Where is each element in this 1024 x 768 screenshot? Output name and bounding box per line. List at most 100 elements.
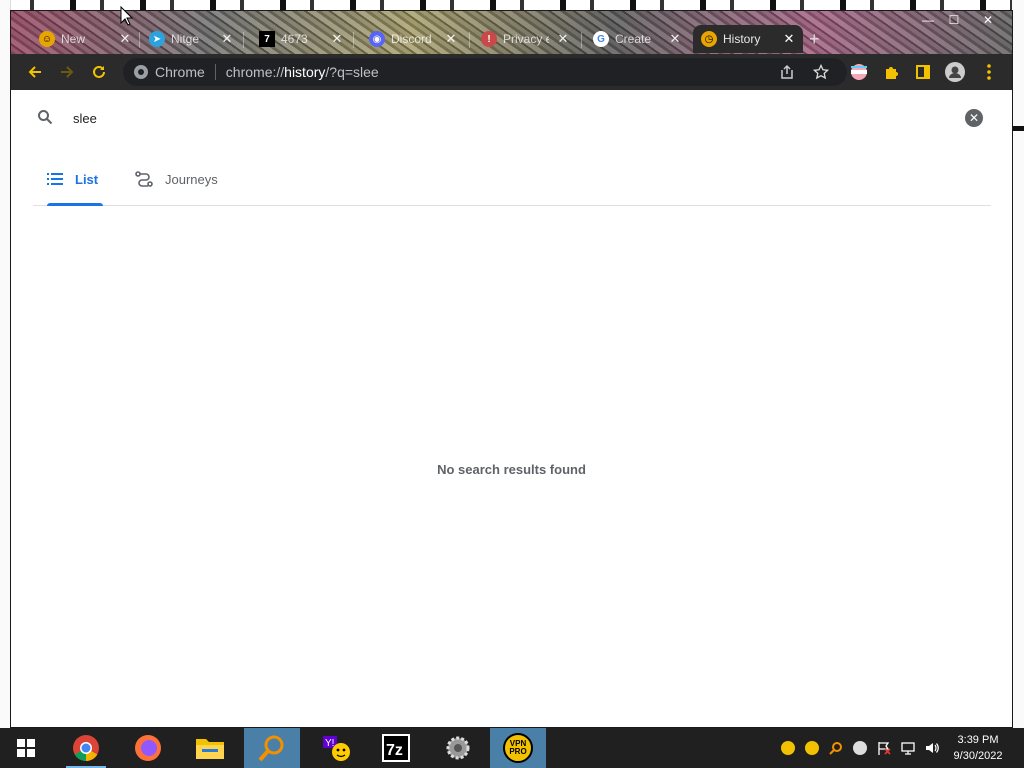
chrome-window: ☺ New ✕ ➤ Nitge ✕ 7 4673 ✕ ◉ Discord ✕ !…	[10, 10, 1013, 728]
taskbar-chrome[interactable]	[58, 728, 114, 768]
tab-list[interactable]: List	[47, 154, 98, 204]
profile-avatar-icon[interactable]	[943, 60, 967, 84]
extensions-puzzle-icon[interactable]	[879, 60, 903, 84]
tab-journeys[interactable]: Journeys	[135, 154, 218, 204]
taskbar: Y! 7z VPN PRO 3:39 PM 9/30/2022	[0, 728, 1024, 768]
telegram-icon: ➤	[149, 31, 165, 47]
close-tab-icon[interactable]: ✕	[667, 31, 683, 47]
chrome-site-icon	[134, 65, 148, 79]
forward-arrow-icon	[61, 66, 74, 78]
url-path: /?q=slee	[325, 64, 379, 80]
tab-4673[interactable]: 7 4673 ✕	[251, 25, 351, 53]
tray-messenger-icon[interactable]	[852, 740, 868, 756]
tab-strip: ☺ New ✕ ➤ Nitge ✕ 7 4673 ✕ ◉ Discord ✕ !…	[11, 11, 1012, 54]
back-button[interactable]	[23, 60, 47, 84]
toolbar: Chrome chrome://history/?q=slee	[11, 54, 1012, 90]
close-tab-icon[interactable]: ✕	[219, 31, 235, 47]
yahoo-messenger-icon: Y!	[323, 736, 350, 761]
tray-volume-icon[interactable]	[924, 740, 940, 756]
close-tab-icon[interactable]: ✕	[117, 31, 133, 47]
close-tab-icon[interactable]: ✕	[329, 31, 345, 47]
profile-flag-extension-icon[interactable]	[847, 60, 871, 84]
back-arrow-icon	[28, 66, 41, 78]
new-tab-button[interactable]: +	[809, 29, 820, 50]
omnibox-divider	[214, 64, 216, 80]
windows-start-button[interactable]	[0, 728, 52, 768]
tab-privacy-error[interactable]: ! Privacy error ✕	[473, 25, 577, 53]
svg-text:Y!: Y!	[325, 738, 334, 749]
taskbar-file-explorer[interactable]	[182, 728, 238, 768]
reload-button[interactable]	[87, 60, 111, 84]
history-search-input[interactable]	[71, 110, 875, 127]
desktop-edge-right	[1012, 0, 1024, 728]
forward-button[interactable]	[55, 60, 79, 84]
svg-text:7z: 7z	[386, 742, 403, 759]
history-search-bar: ✕	[11, 90, 1012, 146]
tab-title: New	[61, 32, 86, 46]
mouse-cursor-icon	[120, 6, 134, 26]
tab-title: Privacy error	[503, 32, 549, 46]
tray-network-icon[interactable]	[900, 740, 916, 756]
vpn-pro-icon: VPN PRO	[503, 733, 533, 763]
reload-icon	[93, 65, 105, 78]
tray-flag-icon[interactable]	[876, 740, 892, 756]
tray-vpn-icon[interactable]	[780, 740, 796, 756]
tab-create[interactable]: G Create ✕	[585, 25, 689, 53]
7zip-icon: 7z	[382, 734, 410, 762]
taskbar-search-app[interactable]	[244, 728, 300, 768]
site-label: Chrome	[155, 64, 205, 80]
tab-title: Discord	[391, 32, 432, 46]
taskbar-settings[interactable]	[430, 728, 486, 768]
active-tab-indicator	[47, 203, 103, 206]
taskbar-vpn-pro[interactable]: VPN PRO	[490, 728, 546, 768]
menu-kebab-icon[interactable]	[977, 60, 1001, 84]
tab-separator	[581, 32, 582, 48]
tab-title: Nitge	[171, 32, 200, 46]
tab-separator	[353, 32, 354, 48]
tab-journeys-label: Journeys	[165, 171, 218, 187]
close-window-button[interactable]: ✕	[976, 11, 1000, 31]
close-tab-icon[interactable]: ✕	[555, 31, 571, 47]
history-tabs: List Journeys	[33, 154, 991, 206]
url-host: history	[284, 64, 326, 80]
taskbar-clock[interactable]: 3:39 PM 9/30/2022	[950, 732, 1006, 764]
clock-time: 3:39 PM	[957, 734, 999, 746]
tab-list-label: List	[75, 171, 99, 187]
google-icon: G	[593, 31, 609, 47]
chrome-icon	[73, 735, 99, 762]
tab-history[interactable]: ◷ History ✕	[693, 25, 803, 53]
close-tab-icon[interactable]: ✕	[781, 31, 797, 47]
taskbar-yahoo-messenger[interactable]: Y!	[308, 728, 364, 768]
list-icon	[47, 173, 63, 185]
tab-title: History	[723, 32, 761, 46]
firefox-icon	[135, 735, 161, 761]
windows-logo-icon	[17, 739, 35, 757]
maximize-button[interactable]: ☐	[942, 11, 966, 31]
tray-search-icon[interactable]	[828, 740, 844, 756]
journeys-icon	[135, 171, 153, 187]
minimize-button[interactable]: —	[916, 11, 940, 31]
taskbar-7zip[interactable]: 7z	[368, 728, 424, 768]
empty-results-message: No search results found	[437, 462, 586, 477]
tab-nitge[interactable]: ➤ Nitge ✕	[141, 25, 241, 53]
tab-title: 4673	[281, 32, 308, 46]
history-icon: ◷	[701, 31, 717, 47]
tab-discord[interactable]: ◉ Discord ✕	[361, 25, 465, 53]
tab-separator	[139, 32, 140, 48]
tray-vpn-status-icon[interactable]	[804, 740, 820, 756]
tab-new[interactable]: ☺ New ✕	[31, 25, 139, 53]
bookmark-star-icon[interactable]	[813, 64, 829, 80]
tab-separator	[469, 32, 470, 48]
clear-search-icon[interactable]: ✕	[965, 109, 983, 127]
address-bar[interactable]: Chrome chrome://history/?q=slee	[123, 58, 847, 86]
side-panel-icon[interactable]	[911, 60, 935, 84]
warning-icon: !	[481, 31, 497, 47]
tab-separator	[243, 32, 244, 48]
discord-icon: ◉	[369, 31, 385, 47]
smiley-icon: ☺	[39, 31, 55, 47]
share-icon[interactable]	[779, 64, 795, 80]
close-tab-icon[interactable]: ✕	[443, 31, 459, 47]
tab-title: Create	[615, 32, 652, 46]
taskbar-firefox[interactable]	[120, 728, 176, 768]
search-icon	[38, 110, 53, 125]
